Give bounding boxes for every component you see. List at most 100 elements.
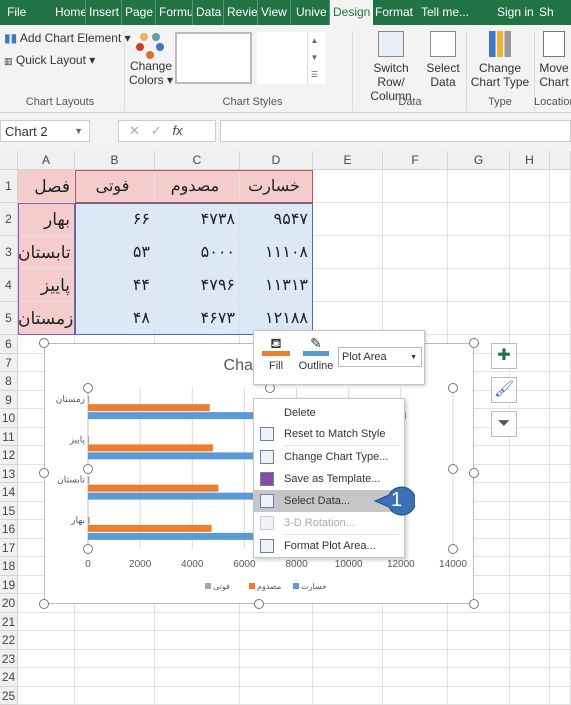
plot-area-handle[interactable] bbox=[448, 464, 458, 474]
cell[interactable] bbox=[448, 613, 510, 632]
column-header-H[interactable]: H bbox=[510, 151, 550, 170]
cell[interactable] bbox=[383, 631, 448, 650]
cell[interactable] bbox=[448, 269, 510, 302]
cell[interactable] bbox=[510, 502, 550, 521]
cell[interactable] bbox=[313, 668, 383, 687]
change-colors-button[interactable]: ChangeColors ▾ bbox=[128, 31, 174, 87]
cell[interactable] bbox=[550, 236, 571, 269]
row-header-1[interactable]: 1 bbox=[0, 170, 18, 203]
cell[interactable] bbox=[510, 269, 550, 302]
cell[interactable] bbox=[510, 576, 550, 595]
tab-signin[interactable]: Sign in bbox=[494, 0, 537, 25]
tab-page[interactable]: Page bbox=[122, 0, 156, 25]
row-header-10[interactable]: 10 bbox=[0, 409, 18, 428]
cell[interactable] bbox=[75, 631, 155, 650]
cell[interactable] bbox=[550, 354, 571, 373]
enter-icon[interactable]: ✓ bbox=[151, 123, 162, 138]
gallery-scroll[interactable]: ▲▼☰ bbox=[307, 32, 321, 84]
cell[interactable] bbox=[510, 520, 550, 539]
bar-2-0[interactable] bbox=[88, 517, 90, 524]
cell[interactable] bbox=[448, 668, 510, 687]
cell[interactable] bbox=[240, 687, 313, 705]
row-header-11[interactable]: 11 bbox=[0, 428, 18, 447]
cell[interactable] bbox=[550, 483, 571, 502]
bar-1-3[interactable] bbox=[88, 404, 210, 411]
row-header-14[interactable]: 14 bbox=[0, 483, 18, 502]
cell[interactable] bbox=[240, 631, 313, 650]
cell[interactable] bbox=[510, 483, 550, 502]
plot-area-handle[interactable] bbox=[448, 544, 458, 554]
cell[interactable] bbox=[313, 236, 383, 269]
row-header-19[interactable]: 19 bbox=[0, 576, 18, 595]
column-header-F[interactable]: F bbox=[383, 151, 448, 170]
quick-layout-button[interactable]: ▥ Quick Layout ▾ bbox=[4, 53, 95, 68]
cell[interactable] bbox=[510, 631, 550, 650]
cell[interactable] bbox=[510, 594, 550, 613]
cell[interactable] bbox=[383, 236, 448, 269]
cell[interactable] bbox=[155, 613, 240, 632]
plot-area-handle[interactable] bbox=[83, 544, 93, 554]
cell[interactable] bbox=[510, 170, 550, 203]
cell[interactable] bbox=[240, 650, 313, 669]
chart-styles-button[interactable]: 🖌 bbox=[491, 377, 517, 403]
column-header-C[interactable]: C bbox=[155, 151, 240, 170]
cell[interactable] bbox=[550, 302, 571, 335]
cell[interactable] bbox=[550, 372, 571, 391]
cell[interactable] bbox=[550, 170, 571, 203]
legend-entry[interactable]: مصدوم bbox=[257, 582, 281, 591]
cell[interactable] bbox=[240, 668, 313, 687]
chart-resize-handle[interactable] bbox=[254, 599, 264, 609]
cell[interactable] bbox=[313, 269, 383, 302]
column-header-B[interactable]: B bbox=[75, 151, 155, 170]
cell[interactable] bbox=[550, 668, 571, 687]
cell[interactable] bbox=[550, 520, 571, 539]
cell[interactable] bbox=[313, 631, 383, 650]
row-header-12[interactable]: 12 bbox=[0, 446, 18, 465]
row-header-9[interactable]: 9 bbox=[0, 391, 18, 410]
bar-1-0[interactable] bbox=[88, 525, 212, 532]
cell[interactable] bbox=[550, 409, 571, 428]
row-header-13[interactable]: 13 bbox=[0, 465, 18, 484]
chart-resize-handle[interactable] bbox=[469, 338, 479, 348]
chart-filters-button[interactable]: ⏷ bbox=[491, 411, 517, 437]
cell[interactable] bbox=[313, 203, 383, 236]
column-header-blank[interactable] bbox=[550, 151, 571, 170]
row-header-8[interactable]: 8 bbox=[0, 372, 18, 391]
cell[interactable] bbox=[18, 631, 75, 650]
chart-resize-handle[interactable] bbox=[39, 338, 49, 348]
tab-view[interactable]: View bbox=[258, 0, 291, 25]
tab-format[interactable]: Format bbox=[372, 0, 416, 25]
row-header-24[interactable]: 24 bbox=[0, 668, 18, 687]
menu-item-delete[interactable]: Delete bbox=[254, 402, 404, 424]
select-all[interactable] bbox=[0, 151, 18, 170]
chart-elements-button[interactable]: ✚ bbox=[491, 343, 517, 369]
chart-style-1[interactable] bbox=[175, 32, 252, 84]
cell[interactable] bbox=[550, 613, 571, 632]
cell[interactable] bbox=[313, 613, 383, 632]
cell[interactable] bbox=[383, 668, 448, 687]
cell[interactable] bbox=[550, 446, 571, 465]
tab-tellme[interactable]: Tell me... bbox=[418, 0, 472, 25]
row-header-16[interactable]: 16 bbox=[0, 520, 18, 539]
table-header-cell[interactable]: فصل bbox=[18, 170, 75, 203]
chart-resize-handle[interactable] bbox=[39, 599, 49, 609]
cell[interactable] bbox=[313, 687, 383, 705]
column-header-G[interactable]: G bbox=[448, 151, 510, 170]
cell[interactable] bbox=[313, 170, 383, 203]
tab-sh[interactable]: Sh bbox=[536, 0, 557, 25]
cell[interactable] bbox=[155, 668, 240, 687]
cell[interactable] bbox=[18, 668, 75, 687]
cell[interactable] bbox=[448, 631, 510, 650]
row-header-4[interactable]: 4 bbox=[0, 269, 18, 302]
cell[interactable] bbox=[448, 170, 510, 203]
plot-area-handle[interactable] bbox=[83, 383, 93, 393]
tab-formu[interactable]: Formu bbox=[156, 0, 193, 25]
menu-item-change-chart-type[interactable]: Change Chart Type... bbox=[254, 446, 404, 468]
cell[interactable] bbox=[448, 687, 510, 705]
row-header-25[interactable]: 25 bbox=[0, 687, 18, 705]
cell[interactable] bbox=[550, 631, 571, 650]
fx-icon[interactable]: fx bbox=[173, 123, 183, 138]
cell[interactable] bbox=[510, 557, 550, 576]
tab-file[interactable]: File bbox=[4, 0, 29, 25]
tab-unive[interactable]: Unive bbox=[293, 0, 330, 25]
